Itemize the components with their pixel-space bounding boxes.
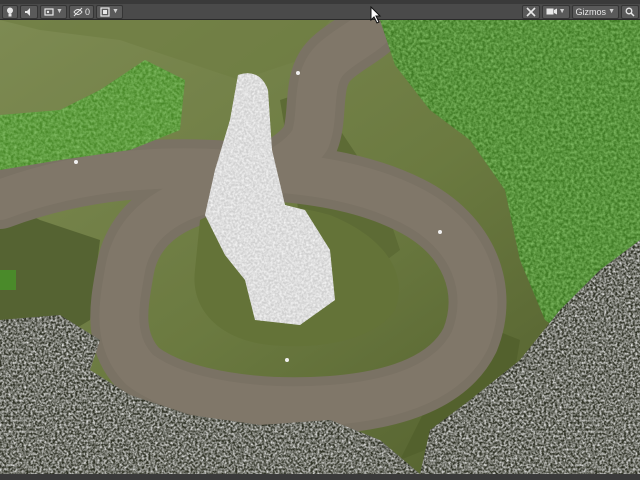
tools-button[interactable] [521, 4, 540, 19]
scene-view-toolbar: ▼ 0 ▼ ▼ Gizmos ▼ [0, 4, 640, 20]
bottom-status-strip [0, 474, 640, 480]
effects-dropdown-button[interactable]: ▼ [40, 4, 67, 19]
audio-toggle-button[interactable] [20, 4, 38, 19]
chevron-down-icon: ▼ [111, 7, 119, 15]
audio-icon [24, 7, 34, 17]
mouse-cursor-icon [370, 5, 382, 29]
tools-icon [526, 6, 536, 17]
gizmos-dropdown[interactable]: Gizmos ▼ [571, 4, 619, 19]
chevron-down-icon: ▼ [558, 7, 566, 15]
image-effects-icon [44, 7, 54, 17]
visibility-icon [73, 7, 83, 17]
bulb-icon [6, 7, 14, 17]
camera-icon [546, 7, 557, 16]
scene-camera-dropdown-button[interactable]: ▼ [95, 4, 123, 19]
search-icon [625, 7, 635, 17]
camera-settings-button[interactable]: ▼ [541, 4, 570, 19]
hidden-objects-button[interactable]: 0 [68, 4, 94, 19]
search-button[interactable] [621, 4, 639, 19]
scene-camera-icon [100, 6, 110, 17]
chevron-down-icon: ▼ [608, 7, 615, 15]
gizmos-label: Gizmos [575, 6, 607, 17]
terrain-render [0, 20, 640, 474]
lighting-toggle-button[interactable] [2, 4, 18, 19]
scene-viewport[interactable] [0, 20, 640, 474]
chevron-down-icon: ▼ [56, 7, 63, 15]
hidden-count: 0 [84, 6, 90, 17]
